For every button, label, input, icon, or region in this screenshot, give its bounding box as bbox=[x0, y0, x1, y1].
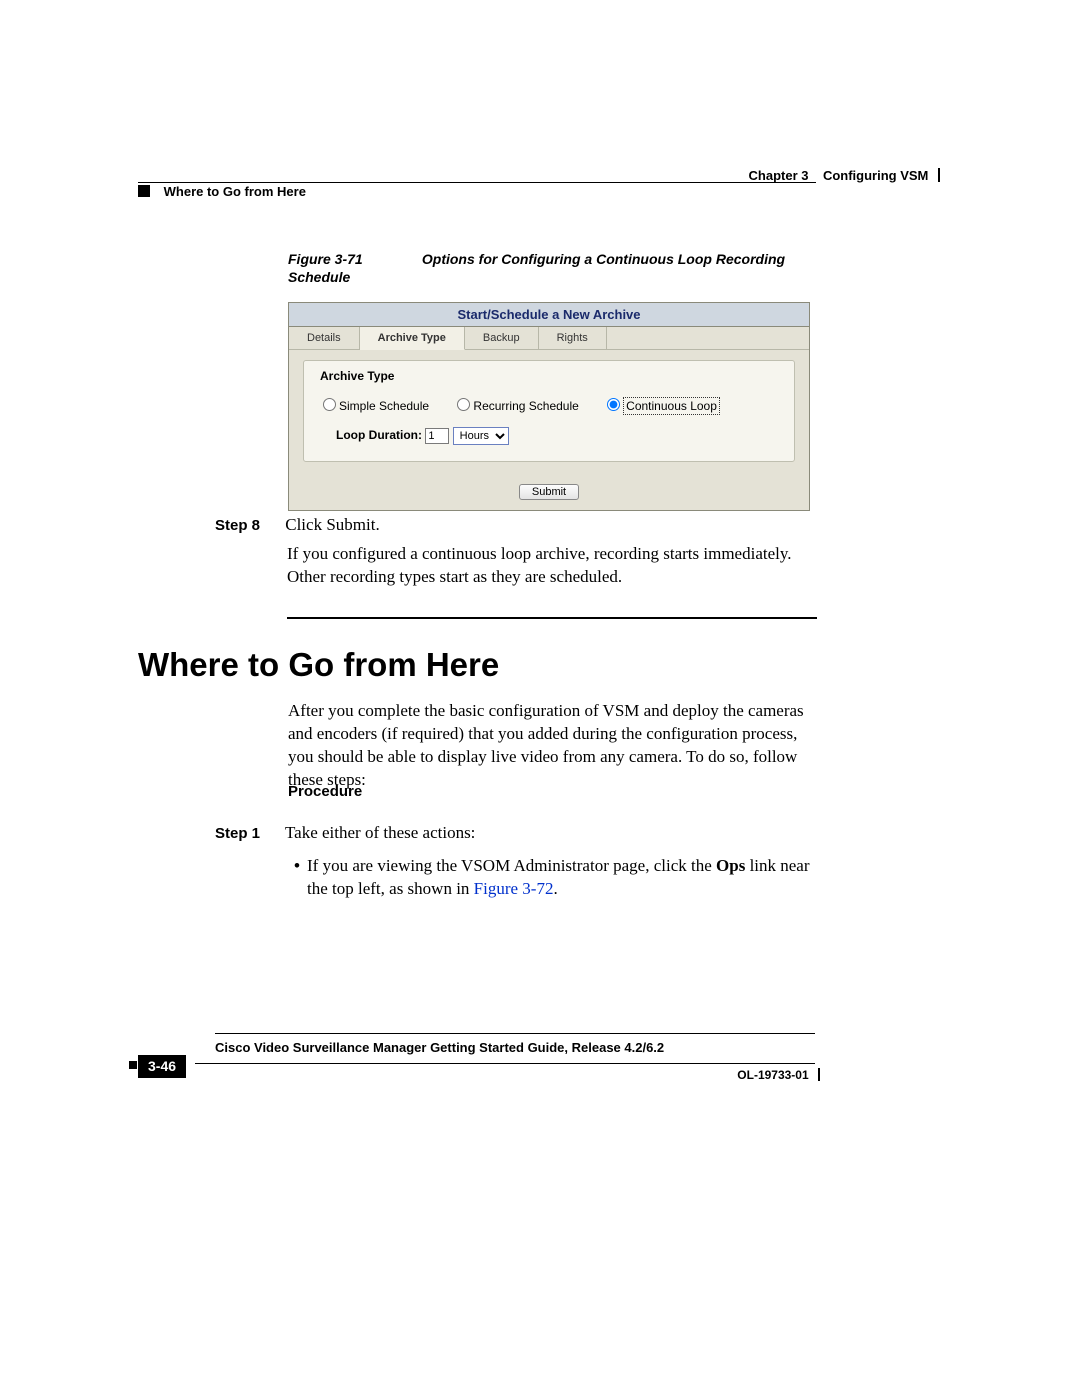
tab-backup[interactable]: Backup bbox=[465, 327, 539, 349]
submit-button[interactable]: Submit bbox=[519, 484, 579, 500]
header-rule bbox=[138, 182, 816, 183]
bullet-pre: If you are viewing the VSOM Administrato… bbox=[307, 856, 716, 875]
archive-panel: Start/Schedule a New Archive Details Arc… bbox=[288, 302, 810, 511]
radio-recurring-label: Recurring Schedule bbox=[473, 399, 578, 413]
intro-paragraph: After you complete the basic configurati… bbox=[288, 700, 816, 792]
footer-guide-title: Cisco Video Surveillance Manager Getting… bbox=[215, 1040, 664, 1055]
tab-archive-type[interactable]: Archive Type bbox=[360, 327, 465, 350]
radio-simple[interactable]: Simple Schedule bbox=[318, 399, 429, 413]
figure-link[interactable]: Figure 3-72 bbox=[474, 879, 554, 898]
step-1-bullet: • If you are viewing the VSOM Administra… bbox=[287, 855, 815, 901]
running-header-left: Where to Go from Here bbox=[138, 184, 306, 199]
step-1-text: Take either of these actions: bbox=[285, 823, 475, 842]
loop-duration-unit[interactable]: Hours bbox=[453, 427, 509, 445]
figure-number: Figure 3-71 bbox=[288, 250, 418, 268]
page-number-badge: 3-46 bbox=[138, 1055, 186, 1078]
fieldset-legend: Archive Type bbox=[316, 369, 398, 383]
bullet-text: If you are viewing the VSOM Administrato… bbox=[307, 855, 815, 901]
radio-group: Simple Schedule Recurring Schedule Conti… bbox=[318, 395, 780, 413]
footer-rule-2 bbox=[195, 1063, 815, 1064]
step-8-line1: Click Submit. bbox=[285, 515, 379, 534]
loop-duration-row: Loop Duration: Hours bbox=[336, 427, 780, 445]
step-8-line2: If you configured a continuous loop arch… bbox=[287, 543, 815, 589]
procedure-label-text: Procedure bbox=[288, 783, 362, 800]
heading-where-to-go: Where to Go from Here bbox=[138, 646, 499, 684]
radio-continuous-input[interactable] bbox=[607, 398, 620, 411]
bullet-icon: • bbox=[287, 855, 307, 901]
section-rule bbox=[287, 617, 817, 619]
loop-duration-label: Loop Duration: bbox=[336, 428, 422, 442]
square-bullet-icon bbox=[138, 185, 150, 197]
loop-duration-input[interactable] bbox=[425, 428, 449, 444]
procedure-label: Procedure bbox=[288, 780, 816, 803]
step-8-label: Step 8 bbox=[215, 516, 281, 536]
radio-simple-label: Simple Schedule bbox=[339, 399, 429, 413]
section-name: Where to Go from Here bbox=[164, 184, 306, 199]
submit-row: Submit bbox=[289, 476, 809, 510]
tab-rights[interactable]: Rights bbox=[539, 327, 607, 349]
panel-title: Start/Schedule a New Archive bbox=[289, 303, 809, 327]
radio-continuous-label: Continuous Loop bbox=[623, 397, 720, 415]
archive-type-fieldset: Archive Type Simple Schedule Recurring S… bbox=[303, 360, 795, 462]
footer-sep-icon bbox=[818, 1068, 820, 1081]
chapter-title: Configuring VSM bbox=[823, 168, 928, 183]
radio-recurring[interactable]: Recurring Schedule bbox=[452, 399, 578, 413]
tab-details[interactable]: Details bbox=[289, 327, 360, 349]
doc-id: OL-19733-01 bbox=[737, 1068, 820, 1082]
doc-id-text: OL-19733-01 bbox=[737, 1068, 808, 1082]
running-header-right: Chapter 3 Configuring VSM bbox=[749, 168, 940, 183]
tab-bar: Details Archive Type Backup Rights bbox=[289, 327, 809, 350]
step-1-block: Step 1 Take either of these actions: • I… bbox=[215, 822, 815, 901]
bullet-bold: Ops bbox=[716, 856, 745, 875]
step-1-label: Step 1 bbox=[215, 824, 281, 844]
step-8-block: Step 8 Click Submit. If you configured a… bbox=[215, 514, 815, 619]
chapter-label: Chapter 3 bbox=[749, 168, 809, 183]
radio-continuous[interactable]: Continuous Loop bbox=[602, 399, 720, 413]
bullet-post: . bbox=[553, 879, 557, 898]
radio-simple-input[interactable] bbox=[323, 398, 336, 411]
header-sep-icon bbox=[938, 168, 940, 182]
radio-recurring-input[interactable] bbox=[457, 398, 470, 411]
figure-caption: Figure 3-71 Options for Configuring a Co… bbox=[288, 250, 808, 286]
footer-rule-1 bbox=[215, 1033, 815, 1034]
